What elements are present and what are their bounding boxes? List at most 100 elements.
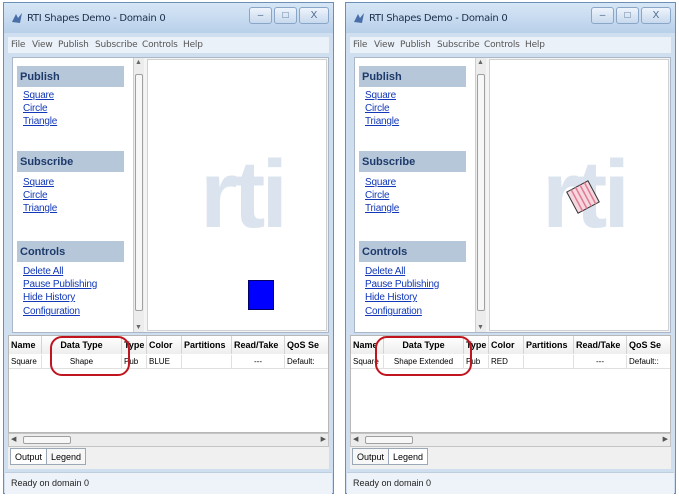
hide-history-link[interactable]: Hide History — [23, 292, 75, 303]
shapes-canvas[interactable]: rti — [147, 59, 327, 331]
title-bar[interactable]: RTI Shapes Demo - Domain 0 – □ X — [346, 3, 675, 33]
hide-history-link[interactable]: Hide History — [365, 292, 417, 303]
table-cell-partitions[interactable] — [182, 355, 232, 369]
column-read-take[interactable]: Read/Take — [574, 336, 627, 354]
column-color[interactable]: Color — [489, 336, 524, 354]
menu-publish[interactable]: Publish — [58, 40, 89, 50]
subscribe-triangle-link[interactable]: Triangle — [365, 203, 399, 214]
table-cell-read-take[interactable]: --- — [232, 355, 285, 369]
scroll-up-icon[interactable]: ▲ — [135, 59, 142, 66]
minimize-button[interactable]: – — [249, 7, 272, 24]
table-cell-read-take[interactable]: --- — [574, 355, 627, 369]
table-cell-partitions[interactable] — [524, 355, 574, 369]
column-read-take[interactable]: Read/Take — [232, 336, 285, 354]
table-horizontal-scrollbar[interactable]: ◀ ▶ — [8, 433, 329, 447]
column-partitions[interactable]: Partitions — [524, 336, 574, 354]
publish-triangle-link[interactable]: Triangle — [23, 116, 57, 127]
menu-help[interactable]: Help — [525, 40, 545, 50]
table-cell-color[interactable]: RED — [489, 355, 524, 369]
publish-square-link[interactable]: Square — [23, 90, 54, 101]
shapes-demo-window-left: RTI Shapes Demo - Domain 0 – □ X File Vi… — [3, 2, 334, 494]
table-cell-qos[interactable]: Default:: — [627, 355, 670, 369]
tab-output[interactable]: Output — [352, 448, 390, 465]
scroll-right-icon[interactable]: ▶ — [321, 435, 326, 443]
blue-square-shape — [248, 280, 274, 310]
subscribe-square-link[interactable]: Square — [365, 177, 396, 188]
column-partitions[interactable]: Partitions — [182, 336, 232, 354]
window-title: RTI Shapes Demo - Domain 0 — [369, 13, 508, 24]
tab-output[interactable]: Output — [10, 448, 48, 465]
maximize-button[interactable]: □ — [616, 7, 639, 24]
data-type-highlight-ring — [50, 336, 130, 376]
table-horizontal-scrollbar[interactable]: ◀ ▶ — [350, 433, 671, 447]
scroll-left-icon[interactable]: ◀ — [11, 435, 16, 443]
control-panel-scrollbar[interactable]: ▲ ▼ — [475, 58, 486, 332]
menu-subscribe[interactable]: Subscribe — [437, 40, 480, 50]
window-title: RTI Shapes Demo - Domain 0 — [27, 13, 166, 24]
subscribe-section-header: Subscribe — [17, 151, 124, 172]
close-icon: X — [652, 10, 660, 21]
scroll-down-icon[interactable]: ▼ — [477, 324, 484, 331]
publish-circle-link[interactable]: Circle — [365, 103, 390, 114]
status-bar: Ready on domain 0 — [347, 472, 674, 494]
close-button[interactable]: X — [641, 7, 671, 24]
table-cell-name[interactable]: Square — [9, 355, 42, 369]
tab-legend[interactable]: Legend — [46, 448, 87, 465]
control-panel: Publish Square Circle Triangle Subscribe… — [355, 58, 475, 332]
scrollbar-thumb[interactable] — [135, 74, 143, 311]
menu-view[interactable]: View — [374, 40, 395, 50]
menu-bar: File View Publish Subscribe Controls Hel… — [8, 37, 329, 53]
red-striped-square-shape — [566, 180, 600, 214]
close-button[interactable]: X — [299, 7, 329, 24]
menu-help[interactable]: Help — [183, 40, 203, 50]
menu-file[interactable]: File — [11, 40, 25, 50]
delete-all-link[interactable]: Delete All — [23, 266, 63, 277]
scroll-up-icon[interactable]: ▲ — [477, 59, 484, 66]
tab-legend[interactable]: Legend — [388, 448, 429, 465]
scroll-down-icon[interactable]: ▼ — [135, 324, 142, 331]
bottom-tabs: Output Legend — [350, 447, 671, 469]
title-bar[interactable]: RTI Shapes Demo - Domain 0 – □ X — [4, 3, 333, 33]
shapes-canvas[interactable]: rti — [489, 59, 669, 331]
pause-publishing-link[interactable]: Pause Publishing — [365, 279, 439, 290]
scroll-right-icon[interactable]: ▶ — [663, 435, 668, 443]
close-icon: X — [310, 10, 318, 21]
control-panel-scrollbar[interactable]: ▲ ▼ — [133, 58, 144, 332]
column-name[interactable]: Name — [9, 336, 42, 354]
minimize-button[interactable]: – — [591, 7, 614, 24]
scroll-left-icon[interactable]: ◀ — [353, 435, 358, 443]
subscribe-triangle-link[interactable]: Triangle — [23, 203, 57, 214]
column-color[interactable]: Color — [147, 336, 182, 354]
publish-section-header: Publish — [359, 66, 466, 87]
pause-publishing-link[interactable]: Pause Publishing — [23, 279, 97, 290]
publish-square-link[interactable]: Square — [365, 90, 396, 101]
maximize-button[interactable]: □ — [274, 7, 297, 24]
status-text: Ready on domain 0 — [353, 478, 432, 488]
subscribe-circle-link[interactable]: Circle — [23, 190, 48, 201]
scrollbar-thumb[interactable] — [477, 74, 485, 311]
publish-circle-link[interactable]: Circle — [23, 103, 48, 114]
configuration-link[interactable]: Configuration — [365, 306, 422, 317]
delete-all-link[interactable]: Delete All — [365, 266, 405, 277]
table-cell-color[interactable]: BLUE — [147, 355, 182, 369]
configuration-link[interactable]: Configuration — [23, 306, 80, 317]
menu-view[interactable]: View — [32, 40, 53, 50]
column-qos[interactable]: QoS Se — [285, 336, 328, 354]
menu-file[interactable]: File — [353, 40, 367, 50]
control-panel: Publish Square Circle Triangle Subscribe… — [13, 58, 133, 332]
subscribe-square-link[interactable]: Square — [23, 177, 54, 188]
menu-publish[interactable]: Publish — [400, 40, 431, 50]
menu-bar: File View Publish Subscribe Controls Hel… — [350, 37, 671, 53]
column-qos[interactable]: QoS Se — [627, 336, 670, 354]
menu-controls[interactable]: Controls — [484, 40, 520, 50]
status-bar: Ready on domain 0 — [5, 472, 332, 494]
menu-subscribe[interactable]: Subscribe — [95, 40, 138, 50]
publish-triangle-link[interactable]: Triangle — [365, 116, 399, 127]
subscribe-circle-link[interactable]: Circle — [365, 190, 390, 201]
horizontal-scrollbar-thumb[interactable] — [23, 436, 71, 444]
table-cell-qos[interactable]: Default: — [285, 355, 328, 369]
menu-controls[interactable]: Controls — [142, 40, 178, 50]
rti-watermark: rti — [200, 141, 288, 248]
publish-section-header: Publish — [17, 66, 124, 87]
horizontal-scrollbar-thumb[interactable] — [365, 436, 413, 444]
